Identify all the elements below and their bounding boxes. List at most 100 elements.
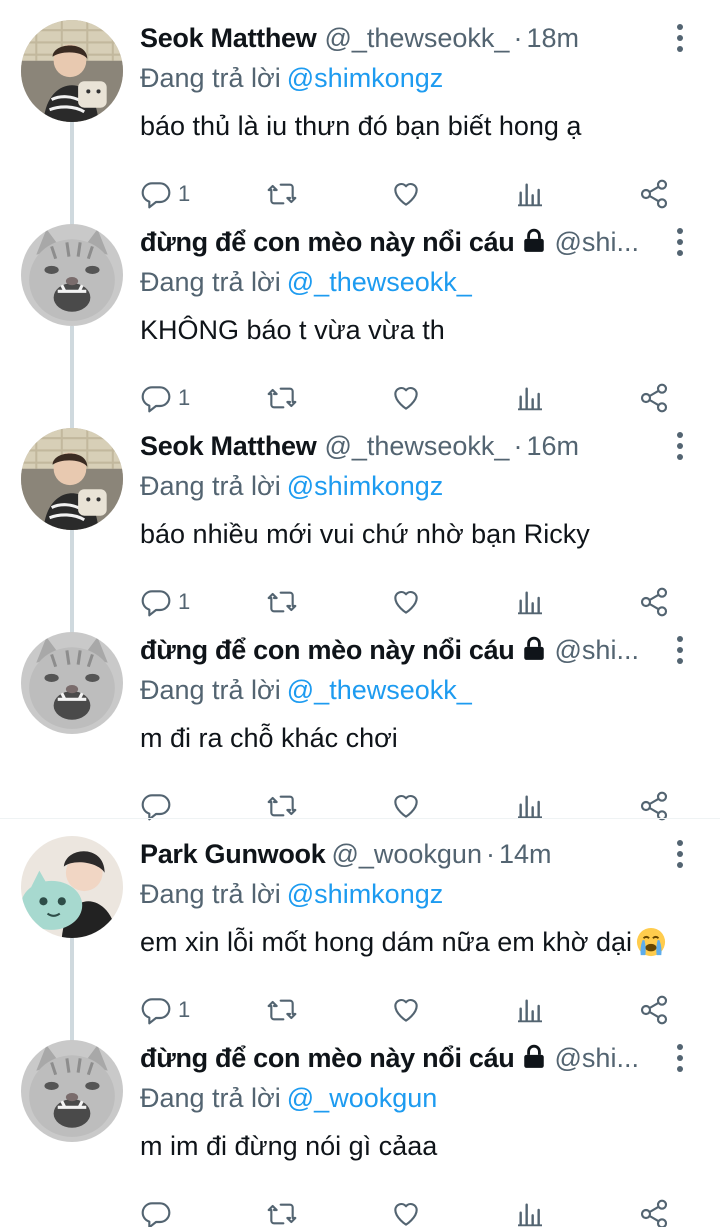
retweet-button[interactable] <box>266 786 298 826</box>
retweet-button[interactable] <box>266 378 298 418</box>
heart-icon <box>390 1198 422 1227</box>
retweet-button[interactable] <box>266 990 298 1030</box>
share-button[interactable] <box>638 378 670 418</box>
action-bar: 1 <box>140 378 680 418</box>
replying-label: Đang trả lời <box>140 675 281 705</box>
reply-count: 1 <box>178 181 191 206</box>
separator-dot: · <box>513 23 523 53</box>
share-icon <box>638 382 670 414</box>
share-button[interactable] <box>638 786 670 826</box>
more-vertical-icon[interactable] <box>674 840 686 870</box>
tweet-text: KHÔNG báo t vừa vừa th <box>140 315 445 345</box>
mention-link[interactable]: @_wookgun <box>287 1083 438 1113</box>
tweet-text: em xin lỗi mốt hong dám nữa em khờ dại <box>140 922 690 962</box>
replying-label: Đang trả lời <box>140 471 281 501</box>
like-button[interactable] <box>390 1194 422 1227</box>
tweet[interactable]: Seok Matthew @_thewseokk_ · 16m Đang trả lờ… <box>0 426 720 626</box>
reply-button[interactable]: 1 <box>140 174 190 214</box>
share-button[interactable] <box>638 1194 670 1227</box>
timestamp[interactable]: 16m <box>526 431 579 461</box>
display-name[interactable]: đừng để con mèo này nổi cáu <box>140 1043 515 1073</box>
retweet-button[interactable] <box>266 174 298 214</box>
avatar[interactable] <box>21 1040 123 1142</box>
avatar[interactable] <box>21 632 123 734</box>
display-name[interactable]: Seok Matthew <box>140 23 317 53</box>
reply-button[interactable]: 1 <box>140 990 190 1030</box>
mention-link[interactable]: @shimkongz <box>287 471 443 501</box>
action-bar: 1 <box>140 582 680 622</box>
views-icon <box>514 586 546 618</box>
tweet[interactable]: đừng để con mèo này nổi cáu @shi... Đang … <box>0 1038 720 1227</box>
views-button[interactable] <box>514 990 546 1030</box>
display-name[interactable]: Seok Matthew <box>140 431 317 461</box>
more-vertical-icon[interactable] <box>674 432 686 462</box>
reply-count: 1 <box>178 589 191 614</box>
divider <box>0 818 720 819</box>
more-vertical-icon[interactable] <box>674 228 686 258</box>
avatar[interactable] <box>21 224 123 326</box>
like-button[interactable] <box>390 990 422 1030</box>
replying-to: Đang trả lời @_thewseokk_ <box>140 264 472 300</box>
share-button[interactable] <box>638 582 670 622</box>
user-handle[interactable]: @shi... <box>555 635 639 665</box>
replying-to: Đang trả lời @shimkongz <box>140 60 443 96</box>
retweet-button[interactable] <box>266 582 298 622</box>
tweet[interactable]: đừng để con mèo này nổi cáu @shi... Đang … <box>0 630 720 820</box>
user-handle[interactable]: @_thewseokk_ <box>324 23 509 53</box>
like-button[interactable] <box>390 378 422 418</box>
action-bar: 1 <box>140 174 680 214</box>
views-button[interactable] <box>514 174 546 214</box>
timestamp[interactable]: 14m <box>499 839 552 869</box>
tweet[interactable]: Seok Matthew @_thewseokk_ · 18m Đang trả lờ… <box>0 18 720 218</box>
mention-link[interactable]: @_thewseokk_ <box>287 267 472 297</box>
share-button[interactable] <box>638 174 670 214</box>
tweet[interactable]: đừng để con mèo này nổi cáu @shi... Đang … <box>0 222 720 422</box>
tweet-text: m đi ra chỗ khác chơi <box>140 723 398 753</box>
separator-dot: · <box>485 839 495 869</box>
avatar[interactable] <box>21 428 123 530</box>
display-name[interactable]: đừng để con mèo này nổi cáu <box>140 227 515 257</box>
share-button[interactable] <box>638 990 670 1030</box>
views-icon <box>514 1198 546 1227</box>
reply-count: 1 <box>178 385 191 410</box>
lock-icon <box>521 636 547 662</box>
avatar[interactable] <box>21 836 123 938</box>
tweet[interactable]: Park Gunwook @_wookgun · 14m Đang trả lời @s… <box>0 834 720 1034</box>
views-button[interactable] <box>514 1194 546 1227</box>
retweet-button[interactable] <box>266 1194 298 1227</box>
more-vertical-icon[interactable] <box>674 1044 686 1074</box>
views-icon <box>514 178 546 210</box>
reply-button[interactable]: 1 <box>140 378 190 418</box>
user-handle[interactable]: @_wookgun <box>331 839 482 869</box>
mention-link[interactable]: @shimkongz <box>287 63 443 93</box>
like-button[interactable] <box>390 786 422 826</box>
user-handle[interactable]: @shi... <box>555 227 639 257</box>
lock-icon <box>521 1044 547 1070</box>
avatar[interactable] <box>21 20 123 122</box>
more-vertical-icon[interactable] <box>674 636 686 666</box>
views-button[interactable] <box>514 786 546 826</box>
replying-to: Đang trả lời @_thewseokk_ <box>140 672 472 708</box>
views-button[interactable] <box>514 378 546 418</box>
views-button[interactable] <box>514 582 546 622</box>
mention-link[interactable]: @_thewseokk_ <box>287 675 472 705</box>
tweet-text: báo nhiều mới vui chứ nhờ bạn Ricky <box>140 519 590 549</box>
more-vertical-icon[interactable] <box>674 24 686 54</box>
user-handle[interactable]: @shi... <box>555 1043 639 1073</box>
reply-button[interactable] <box>140 786 172 826</box>
share-icon <box>638 178 670 210</box>
comment-icon <box>140 382 172 414</box>
action-bar <box>140 1194 680 1227</box>
display-name[interactable]: Park Gunwook <box>140 839 326 869</box>
share-icon <box>638 994 670 1026</box>
mention-link[interactable]: @shimkongz <box>287 879 443 909</box>
reply-button[interactable] <box>140 1194 172 1227</box>
loudly-crying-face-emoji <box>636 927 666 957</box>
display-name[interactable]: đừng để con mèo này nổi cáu <box>140 635 515 665</box>
reply-button[interactable]: 1 <box>140 582 190 622</box>
user-handle[interactable]: @_thewseokk_ <box>324 431 509 461</box>
like-button[interactable] <box>390 582 422 622</box>
heart-icon <box>390 586 422 618</box>
timestamp[interactable]: 18m <box>526 23 579 53</box>
like-button[interactable] <box>390 174 422 214</box>
